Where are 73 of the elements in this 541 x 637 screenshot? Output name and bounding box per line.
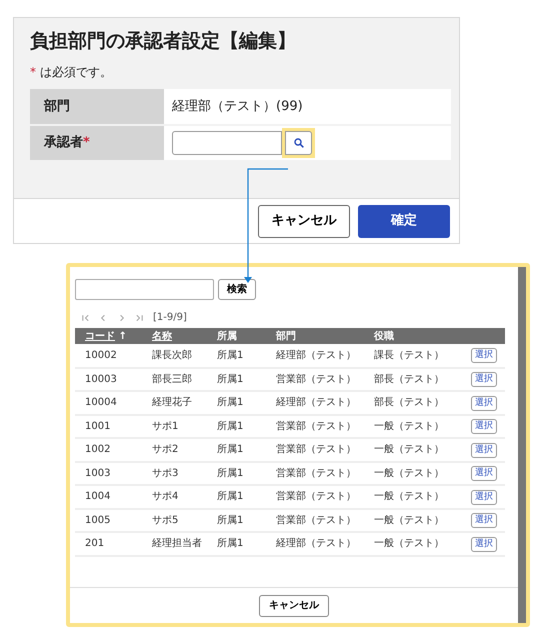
search-button[interactable]: 検索 <box>218 279 256 300</box>
table-cell: 所属1 <box>217 350 244 361</box>
table-cell: サポ4 <box>152 491 178 502</box>
select-button[interactable]: 選択 <box>471 536 497 552</box>
table-cell: サポ5 <box>152 514 178 526</box>
table-cell: 営業部（テスト） <box>276 420 356 432</box>
table-cell: 所属1 <box>217 397 244 408</box>
table-cell: 所属1 <box>217 514 244 526</box>
table-cell: 一般（テスト） <box>374 444 444 456</box>
select-button[interactable]: 選択 <box>471 372 497 388</box>
select-button[interactable]: 選択 <box>471 490 497 505</box>
table-cell: 所属1 <box>217 374 244 385</box>
cancel-button[interactable]: キャンセル <box>259 594 329 616</box>
sort-arrow: ↑ <box>118 330 127 342</box>
field-value: 経理部（テスト）(99) <box>172 98 303 114</box>
required-note: * は必須です。 <box>30 64 113 81</box>
table-cell: 一般（テスト） <box>374 491 444 502</box>
select-button[interactable]: 選択 <box>471 466 497 482</box>
table-cell: 1003 <box>85 468 110 479</box>
table-cell: 一般（テスト） <box>374 538 444 550</box>
search-field[interactable] <box>75 279 214 300</box>
table-cell: 201 <box>85 538 104 550</box>
table-cell: 経理担当者 <box>152 538 202 550</box>
column-header: 部門 <box>276 330 296 342</box>
page-range: [1-9/9] <box>153 311 187 325</box>
table-cell: 経理部（テスト） <box>276 538 356 550</box>
table-cell: 課長次郎 <box>152 350 192 361</box>
table-cell: 経理部（テスト） <box>276 350 356 361</box>
column-header: 役職 <box>374 330 394 342</box>
table-cell: 10002 <box>85 350 117 361</box>
page-title: 負担部門の承認者設定【編集】 <box>30 30 297 53</box>
table-cell: 部長（テスト） <box>374 374 444 385</box>
select-button[interactable]: 選択 <box>471 442 497 458</box>
table-cell: 一般（テスト） <box>374 468 444 479</box>
table-cell: 1005 <box>85 514 110 526</box>
sort-link[interactable]: コード <box>85 330 115 342</box>
table-cell: サポ1 <box>152 420 178 432</box>
table-cell: サポ2 <box>152 444 178 456</box>
cancel-button[interactable]: キャンセル <box>258 204 350 238</box>
field-label: 承認者* <box>30 124 164 161</box>
field-label: 部門 <box>30 88 164 125</box>
table-cell: 所属1 <box>217 538 244 550</box>
table-cell: 1004 <box>85 491 110 502</box>
table-cell: 所属1 <box>217 444 244 456</box>
table-cell: 営業部（テスト） <box>276 514 356 526</box>
table-cell: サポ3 <box>152 468 178 479</box>
confirm-button[interactable]: 確定 <box>358 204 450 238</box>
table-cell: 一般（テスト） <box>374 420 444 432</box>
table-cell: 経理花子 <box>152 397 192 408</box>
select-button[interactable]: 選択 <box>471 348 497 364</box>
table-cell: 営業部（テスト） <box>276 444 356 456</box>
table-cell: 所属1 <box>217 491 244 502</box>
table-cell: 10004 <box>85 397 117 408</box>
table-cell: 営業部（テスト） <box>276 374 356 385</box>
approver-field[interactable] <box>172 130 282 155</box>
column-header: 所属 <box>217 330 237 342</box>
search-icon <box>294 138 304 148</box>
table-cell: 経理部（テスト） <box>276 397 356 408</box>
table-cell: 部長三郎 <box>152 374 192 385</box>
table-cell: 部長（テスト） <box>374 397 444 408</box>
table-cell: 所属1 <box>217 420 244 432</box>
select-button[interactable]: 選択 <box>471 396 497 411</box>
table-cell: 1001 <box>85 420 110 432</box>
scrollbar[interactable] <box>518 267 526 623</box>
table-cell: 10003 <box>85 374 117 385</box>
table-cell: 所属1 <box>217 468 244 479</box>
table-cell: 営業部（テスト） <box>276 491 356 502</box>
table-cell: 一般（テスト） <box>374 514 444 526</box>
table-cell: 1002 <box>85 444 110 456</box>
select-button[interactable]: 選択 <box>471 419 497 434</box>
select-button[interactable]: 選択 <box>471 513 497 528</box>
table-cell: 営業部（テスト） <box>276 468 356 479</box>
table-cell: 課長（テスト） <box>374 350 444 361</box>
